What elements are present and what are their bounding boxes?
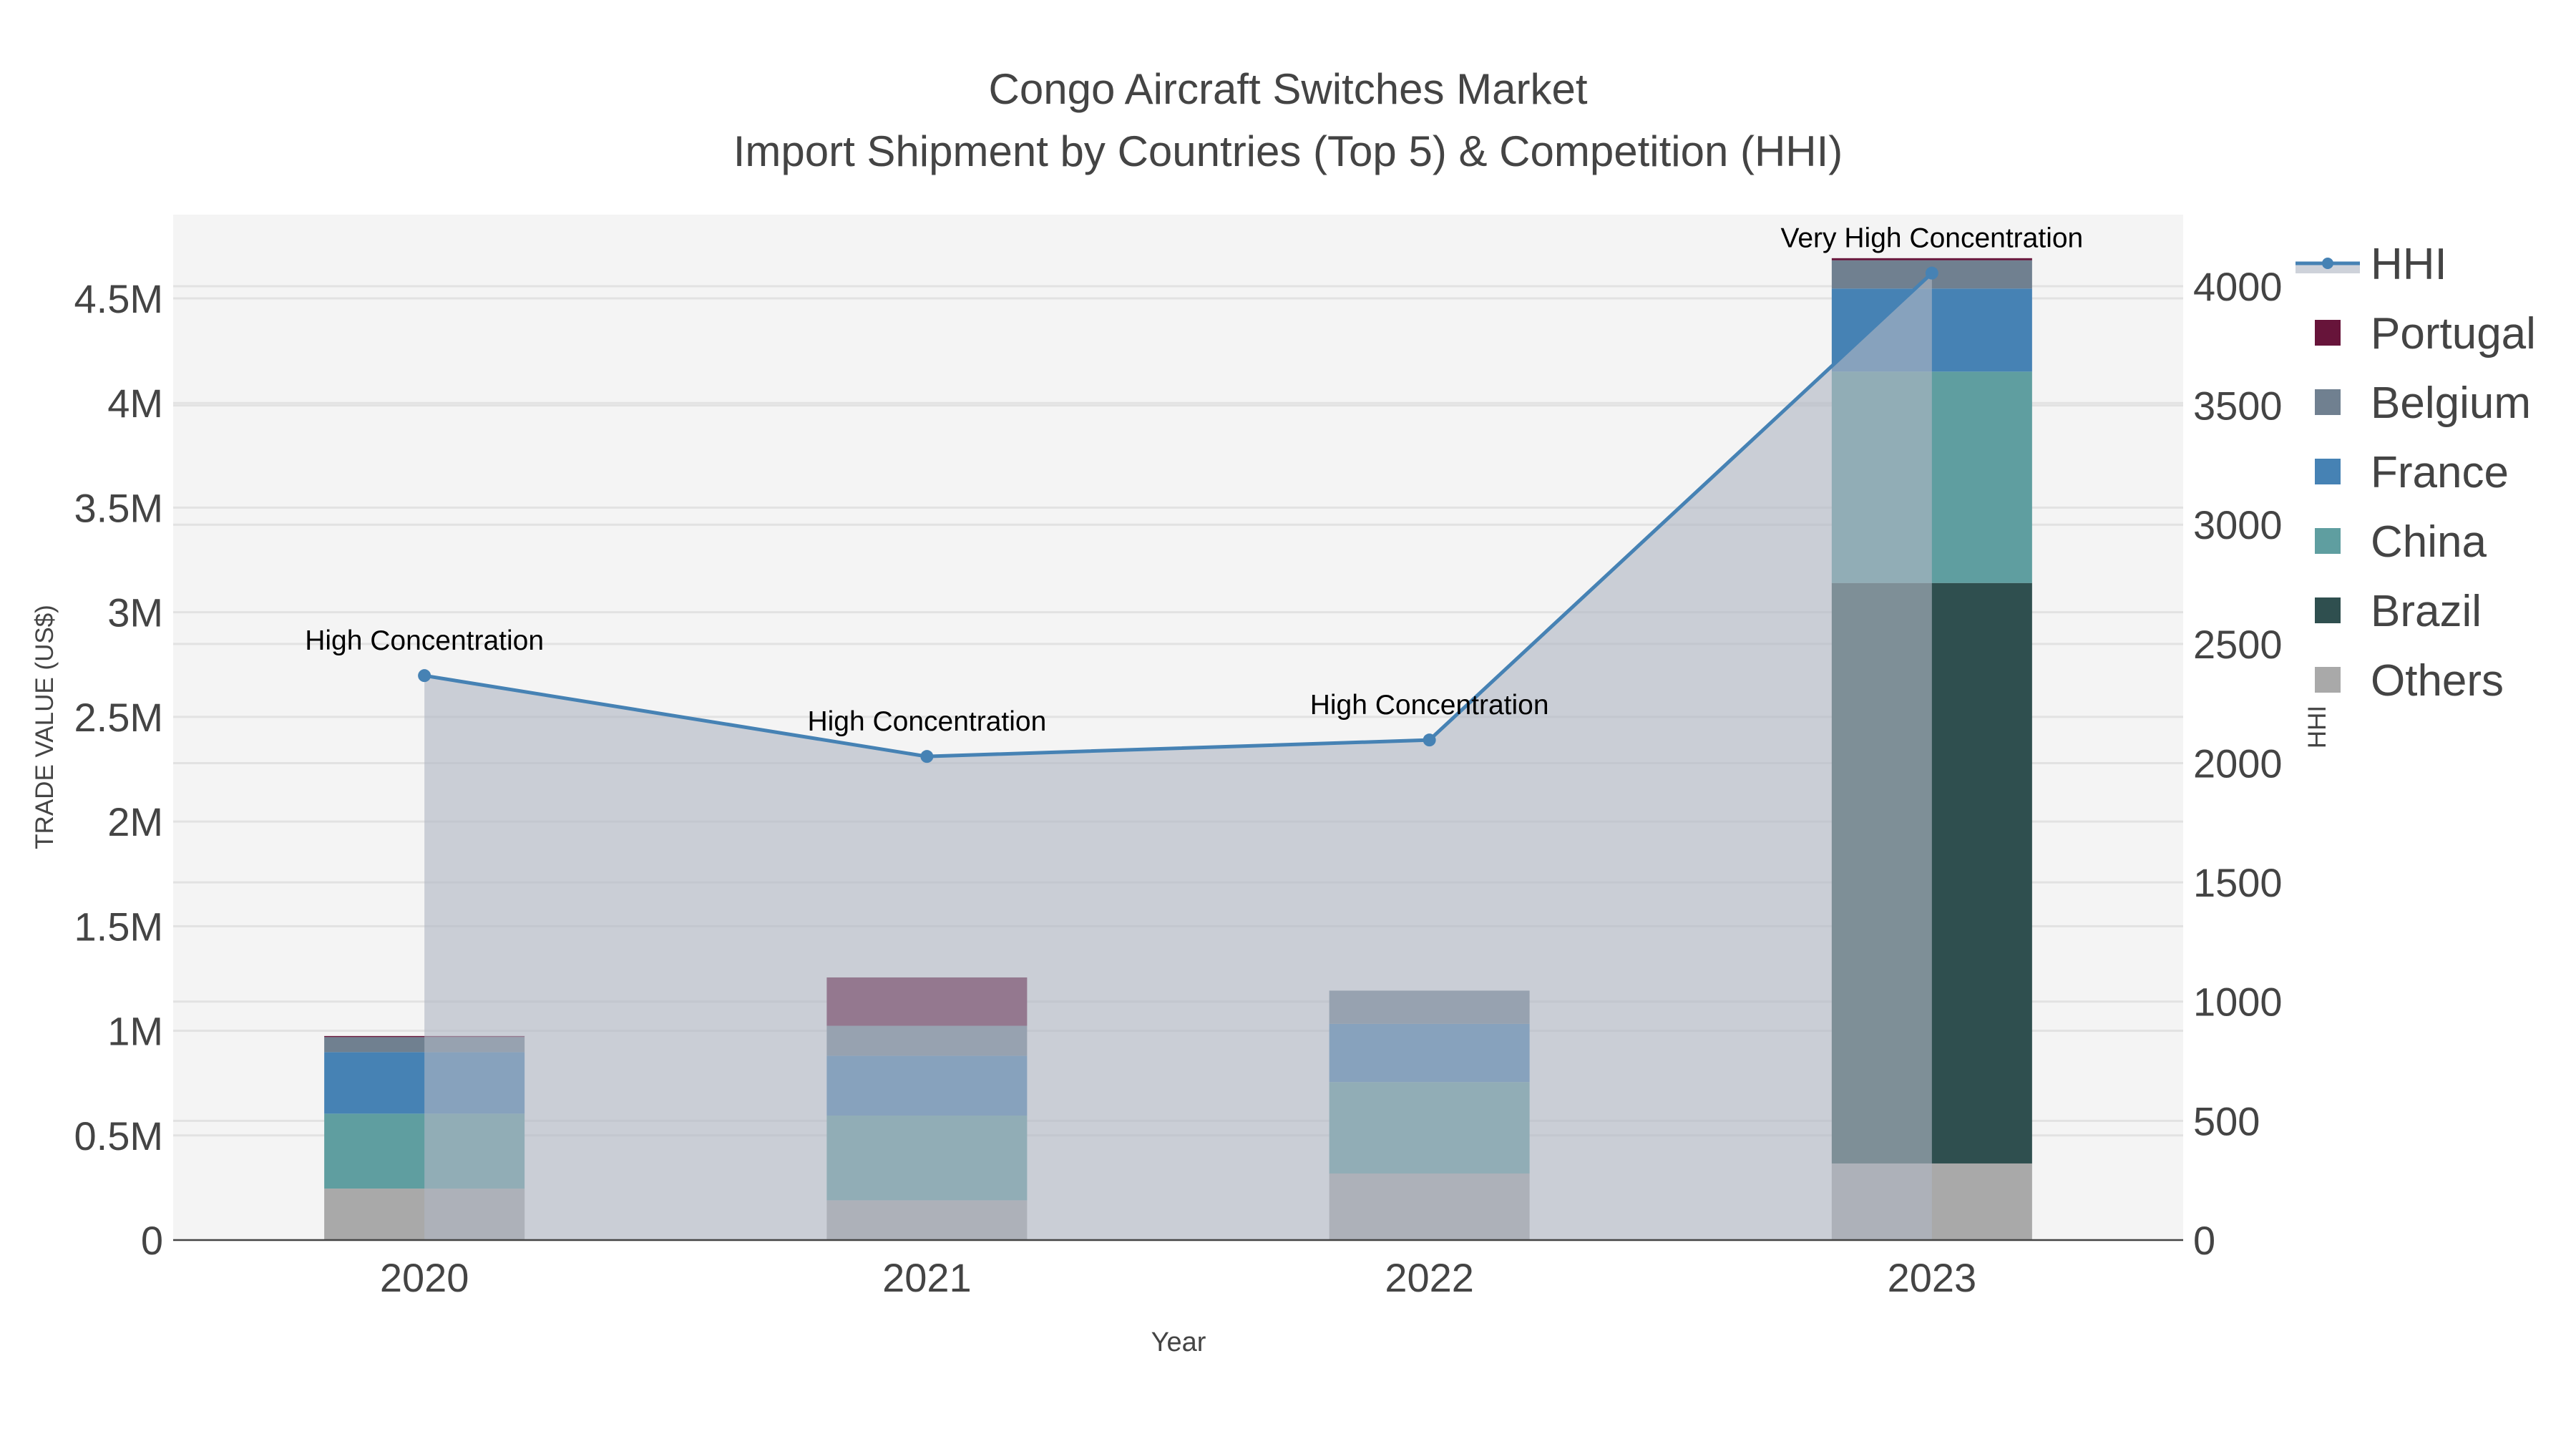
x-tick-label: 2020 xyxy=(380,1255,469,1300)
y2-tick-label: 4000 xyxy=(2193,264,2283,309)
legend-swatch-portugal xyxy=(2315,320,2341,346)
y2-tick-label: 3500 xyxy=(2193,384,2283,429)
legend-swatch-france xyxy=(2315,459,2341,484)
legend-label: HHI xyxy=(2371,240,2447,289)
y2-tick-label: 1500 xyxy=(2193,860,2283,905)
hhi-annotation: High Concentration xyxy=(305,625,544,656)
y-tick-label: 0.5M xyxy=(74,1113,164,1158)
y-tick-label: 3M xyxy=(107,590,163,635)
y2-axis-title: HHI xyxy=(2303,706,2331,748)
legend-swatch-hhi-marker xyxy=(2322,258,2333,269)
y2-tick-label: 3000 xyxy=(2193,502,2283,547)
y-tick-label: 3.5M xyxy=(74,485,164,530)
y2-tick-label: 500 xyxy=(2193,1098,2260,1143)
hhi-annotation: Very High Concentration xyxy=(1781,223,2084,254)
y-axis-title: TRADE VALUE (US$) xyxy=(31,605,59,849)
y-tick-label: 1M xyxy=(107,1009,163,1054)
y-tick-label: 4M xyxy=(107,381,163,426)
hhi-annotation: High Concentration xyxy=(807,706,1046,737)
chart: High Concentration High Concentration High… xyxy=(0,0,2576,1449)
bar-portugal-2023 xyxy=(1831,258,2032,260)
hhi-point xyxy=(1925,266,1938,280)
y2-tick-label: 2000 xyxy=(2193,741,2283,786)
legend-swatch-brazil xyxy=(2315,597,2341,623)
hhi-point xyxy=(920,750,934,763)
y2-tick-label: 0 xyxy=(2193,1218,2215,1263)
legend-swatch-belgium xyxy=(2315,389,2341,415)
legend-label: Portugal xyxy=(2371,309,2536,358)
legend-label: France xyxy=(2371,448,2509,497)
legend-label: China xyxy=(2371,517,2487,567)
y-tick-label: 2M xyxy=(107,799,163,844)
x-tick-label: 2021 xyxy=(882,1255,972,1300)
hhi-annotation: High Concentration xyxy=(1310,690,1549,721)
x-tick-label: 2022 xyxy=(1385,1255,1474,1300)
legend-label: Belgium xyxy=(2371,379,2531,428)
legend-label: Brazil xyxy=(2371,587,2482,636)
x-tick-label: 2023 xyxy=(1888,1255,1977,1300)
hhi-point xyxy=(1423,733,1436,747)
legend-label: Others xyxy=(2371,656,2504,706)
legend-swatch-others xyxy=(2315,667,2341,693)
chart-title: Congo Aircraft Switches Market xyxy=(989,65,1588,113)
y2-tick-label: 2500 xyxy=(2193,622,2283,667)
y-tick-label: 4.5M xyxy=(74,276,164,321)
y2-tick-label: 1000 xyxy=(2193,980,2283,1025)
hhi-point xyxy=(418,669,431,683)
x-axis-title: Year xyxy=(1151,1327,1206,1357)
y-tick-label: 2.5M xyxy=(74,695,164,740)
y-tick-label: 1.5M xyxy=(74,904,164,949)
legend-swatch-china xyxy=(2315,528,2341,554)
y-tick-label: 0 xyxy=(141,1218,163,1263)
chart-subtitle: Import Shipment by Countries (Top 5) & C… xyxy=(733,127,1843,175)
